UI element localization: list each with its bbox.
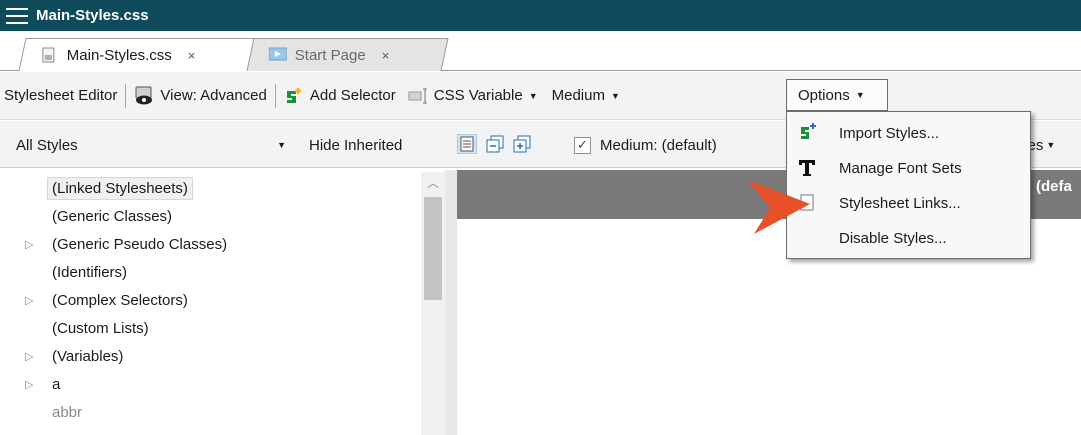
expand-arrow-icon[interactable]: ▷ — [25, 294, 33, 307]
hide-inherited-button[interactable]: Hide Inherited — [309, 132, 402, 158]
pane-divider[interactable] — [445, 170, 457, 435]
scroll-thumb[interactable] — [424, 197, 442, 300]
tab-main-styles[interactable]: Main-Styles.css × — [18, 38, 256, 71]
medium-dropdown[interactable]: Medium ▼ — [552, 87, 620, 104]
expand-arrow-icon[interactable]: ▷ — [25, 350, 33, 363]
tab-strip: Main-Styles.css × Start Page × — [0, 31, 1081, 71]
view-advanced-button[interactable]: View: Advanced — [134, 86, 267, 106]
options-button[interactable]: Options ▼ — [786, 79, 888, 111]
chevron-down-icon: ▼ — [855, 90, 865, 100]
expand-all-icon[interactable] — [512, 134, 532, 154]
stylesheet-editor-label: Stylesheet Editor — [4, 87, 118, 104]
chevron-down-icon: ▼ — [528, 90, 538, 101]
tab-close-icon[interactable]: × — [188, 48, 196, 63]
toolbar-separator — [274, 83, 276, 108]
chevron-down-icon: ▼ — [277, 140, 286, 150]
css-variable-icon — [408, 86, 428, 106]
window-title: Main-Styles.css — [36, 7, 149, 24]
selector-tree: (Linked Stylesheets) (Generic Classes) ▷… — [0, 170, 445, 435]
tree-scrollbar[interactable]: ︿ — [421, 172, 445, 435]
chevron-down-icon: ▼ — [610, 90, 620, 101]
add-selector-button[interactable]: Add Selector — [284, 86, 396, 106]
hamburger-menu-icon[interactable] — [6, 7, 28, 24]
chevron-down-icon: ▼ — [1046, 140, 1056, 150]
tab-start-page[interactable]: Start Page × — [246, 38, 449, 71]
import-styles-icon — [796, 122, 818, 144]
styles-filter-select[interactable]: All Styles ▼ — [16, 132, 286, 158]
css-file-icon — [41, 47, 57, 63]
show-all-icon[interactable] — [456, 133, 478, 155]
menu-item-import-styles[interactable]: Import Styles... — [787, 116, 1030, 150]
scroll-up-icon[interactable]: ︿ — [421, 174, 445, 194]
start-page-icon — [268, 47, 288, 63]
css-variable-button[interactable]: CSS Variable ▼ — [408, 86, 538, 106]
checkmark-icon: ✓ — [574, 136, 591, 154]
properties-header-label: (defa — [1036, 178, 1072, 195]
expand-arrow-icon[interactable]: ▷ — [25, 378, 33, 391]
tab-label: Main-Styles.css — [66, 46, 172, 64]
add-selector-icon — [284, 86, 304, 106]
title-bar: Main-Styles.css — [0, 0, 1081, 31]
callout-arrow-icon — [748, 180, 810, 234]
collapse-all-icon[interactable] — [485, 134, 505, 154]
toolbar-separator — [125, 83, 127, 108]
medium-default-checkbox[interactable]: ✓ Medium: (default) — [574, 132, 717, 158]
expand-arrow-icon[interactable]: ▷ — [25, 238, 33, 251]
tab-close-icon[interactable]: × — [382, 48, 390, 63]
tab-label: Start Page — [294, 46, 366, 64]
view-eye-icon — [134, 86, 154, 106]
